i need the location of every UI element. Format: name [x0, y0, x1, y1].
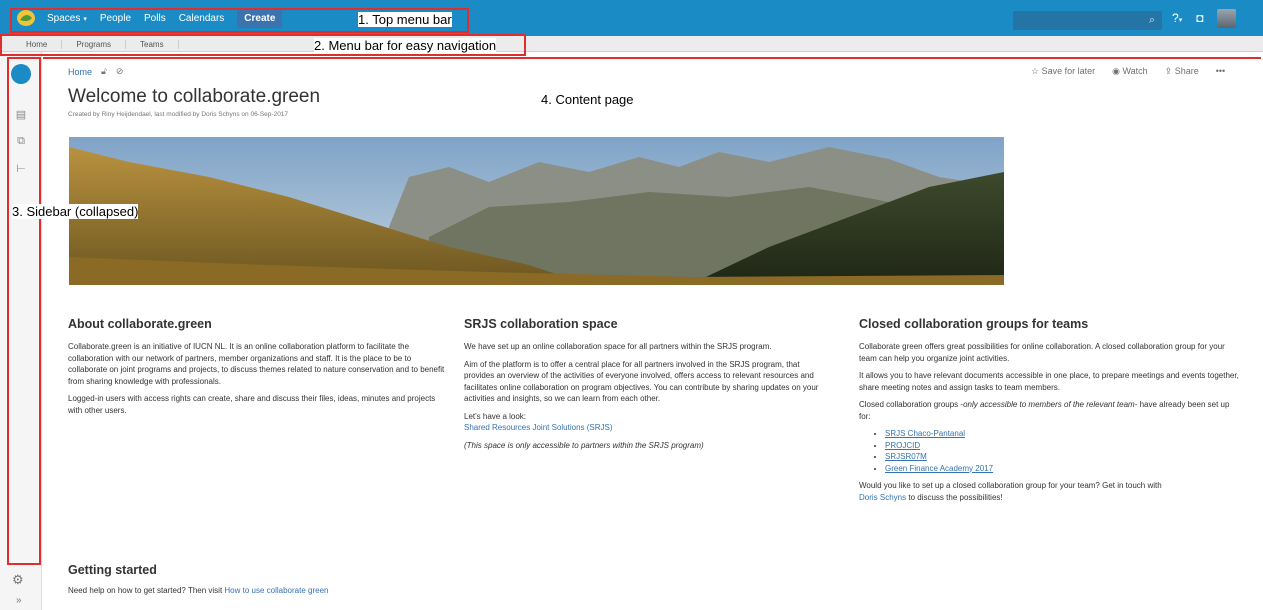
group-link[interactable]: Green Finance Academy 2017 [885, 464, 993, 473]
watch-button[interactable]: ◉ Watch [1112, 66, 1148, 77]
attachment-icon[interactable]: ⊘ [116, 66, 124, 77]
closed-paragraph-4: Would you like to set up a closed collab… [859, 480, 1239, 503]
closed-paragraph-1: Collaborate green offers great possibili… [859, 342, 1225, 363]
getting-started-text: Need help on how to get started? Then vi… [68, 586, 328, 595]
expand-sidebar-icon[interactable]: » [16, 595, 22, 606]
lock-icon[interactable]: 🔓︎ [101, 66, 107, 77]
annotation-label-content: 4. Content page [541, 92, 634, 107]
breadcrumb: Home 🔓︎ ⊘ [68, 66, 123, 77]
watch-label: Watch [1122, 66, 1148, 76]
about-heading: About collaborate.green [68, 317, 212, 331]
closed-p4-text: Would you like to set up a closed collab… [859, 481, 1162, 490]
annotation-label-sidebar: 3. Sidebar (collapsed) [12, 204, 139, 219]
srjs-note: (This space is only accessible to partne… [464, 440, 704, 450]
srjs-lookup-text: Let's have a look: [464, 411, 527, 421]
closed-groups-heading: Closed collaboration groups for teams [859, 317, 1089, 331]
list-item: SRJS Chaco-Pantanal [885, 428, 1239, 440]
closed-paragraph-2: It allows you to have relevant documents… [859, 371, 1239, 392]
closed-p3-italic: only accessible to members of the releva… [963, 400, 1135, 409]
help-icon[interactable]: ?▾ [1172, 11, 1182, 25]
page-title: Welcome to collaborate.green [68, 86, 321, 107]
closed-p3-start: Closed collaboration groups - [859, 400, 964, 409]
eye-icon: ◉ [1112, 66, 1123, 76]
banner-image [69, 137, 1004, 285]
about-paragraph-2: Logged-in users with access rights can c… [68, 394, 436, 415]
gear-icon[interactable]: ⚙ [12, 572, 24, 588]
share-icon: ⇪ [1164, 66, 1175, 76]
search-icon: ⌕ [1148, 14, 1155, 26]
srjs-heading: SRJS collaboration space [464, 317, 618, 331]
top-right-icons: ?▾ ◘ [1172, 0, 1237, 36]
breadcrumb-home[interactable]: Home [68, 67, 92, 77]
annotation-label-menu-bar: 2. Menu bar for easy navigation [314, 38, 497, 53]
list-item: PROJCID [885, 440, 1239, 452]
annotation-box-content [43, 57, 1261, 59]
about-paragraph-1: Collaborate.green is an initiative of IU… [68, 342, 445, 386]
share-button[interactable]: ⇪ Share [1165, 66, 1199, 77]
contact-link[interactable]: Doris Schyns [859, 493, 906, 502]
page-actions: ☆ Save for later ◉ Watch ⇪ Share ••• [1031, 66, 1225, 77]
closed-paragraph-3: Closed collaboration groups -only access… [859, 399, 1239, 422]
share-label: Share [1174, 66, 1199, 76]
groups-list: SRJS Chaco-Pantanal PROJCID SRJSR07M Gre… [885, 428, 1239, 474]
srjs-paragraph-2: Aim of the platform is to offer a centra… [464, 359, 819, 404]
page-byline: Created by Riny Heijdendael, last modifi… [68, 111, 289, 118]
annotation-label-top-menu: 1. Top menu bar [358, 12, 452, 27]
srjs-space-link[interactable]: Shared Resources Joint Solutions (SRJS) [464, 423, 613, 432]
about-section: About collaborate.green Collaborate.gree… [68, 317, 448, 422]
srjs-paragraph-3: Let's have a look: Shared Resources Joint… [464, 411, 832, 434]
list-item: Green Finance Academy 2017 [885, 463, 1239, 475]
group-link[interactable]: SRJSR07M [885, 452, 927, 461]
search-input[interactable]: ⌕ [1013, 11, 1162, 30]
srjs-paragraph-1: We have set up an online collaboration s… [464, 342, 772, 351]
save-for-later-label: Save for later [1041, 66, 1096, 76]
save-for-later-button[interactable]: ☆ Save for later [1031, 66, 1095, 77]
more-actions-button[interactable]: ••• [1216, 66, 1225, 77]
list-item: SRJSR07M [885, 451, 1239, 463]
star-icon: ☆ [1031, 66, 1042, 76]
notifications-icon[interactable]: ◘ [1196, 11, 1203, 25]
srjs-section: SRJS collaboration space We have set up … [464, 317, 832, 457]
group-link[interactable]: SRJS Chaco-Pantanal [885, 429, 965, 438]
annotation-box-sidebar [7, 57, 41, 565]
group-link[interactable]: PROJCID [885, 441, 920, 450]
closed-groups-section: Closed collaboration groups for teams Co… [859, 317, 1239, 509]
getting-started-heading: Getting started [68, 563, 157, 577]
closed-p4-end: to discuss the possibilities! [908, 492, 1003, 502]
getting-started-label: Need help on how to get started? Then vi… [68, 586, 223, 595]
getting-started-section: Getting started Need help on how to get … [68, 563, 328, 595]
how-to-use-link[interactable]: How to use collaborate green [224, 586, 328, 595]
mountain-landscape-image [69, 137, 1004, 285]
avatar[interactable] [1217, 8, 1237, 28]
